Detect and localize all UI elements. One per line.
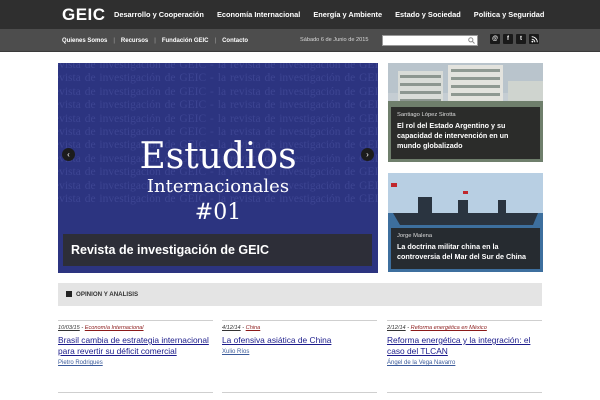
side-article-1[interactable]: Santiago López Sirotta El rol del Estado… xyxy=(388,63,543,162)
secondary-nav: Quienes Somos | Recursos | Fundación GEI… xyxy=(62,29,248,52)
nav-item-politica[interactable]: Política y Seguridad xyxy=(474,10,545,19)
hero-caption[interactable]: Revista de investigación de GEIC xyxy=(63,234,372,266)
search-input[interactable] xyxy=(382,35,478,46)
nav-item-estado[interactable]: Estado y Sociedad xyxy=(395,10,461,19)
current-date: Sábado 6 de Junio de 2015 xyxy=(300,37,369,43)
side-article-2-title[interactable]: La doctrina militar china en la controve… xyxy=(397,242,534,262)
link-fundacion[interactable]: Fundación GEIC xyxy=(162,38,209,44)
article-meta: 4/12/14 - China xyxy=(222,325,261,331)
twitter-icon[interactable]: t xyxy=(516,34,526,44)
section-title[interactable]: OPINION Y ANALISIS xyxy=(76,291,138,298)
article-meta: 2/12/14 - Reforma energética en México xyxy=(387,325,487,331)
side-article-1-caption: Santiago López Sirotta El rol del Estado… xyxy=(391,107,540,159)
section-header: OPINION Y ANALISIS xyxy=(58,283,542,306)
divider xyxy=(387,392,542,393)
hero-title-line3: #01 xyxy=(194,200,242,225)
main-nav: Desarrollo y Cooperación Economía Intern… xyxy=(114,0,557,29)
article-author[interactable]: Ángel de la Vega Navarro xyxy=(387,360,542,366)
facebook-icon[interactable]: f xyxy=(503,34,513,44)
email-icon[interactable]: @ xyxy=(490,34,500,44)
article-title[interactable]: La ofensiva asiática de China xyxy=(222,335,377,346)
side-article-2-author[interactable]: Jorge Malena xyxy=(397,233,534,239)
nav-separator: | xyxy=(214,37,217,44)
side-article-2[interactable]: Jorge Malena La doctrina militar china e… xyxy=(388,173,543,272)
site-logo[interactable]: GEIC xyxy=(62,5,106,25)
hero-title-line1: Estudios xyxy=(139,136,297,177)
article-title[interactable]: Brasil cambia de estrategia internaciona… xyxy=(58,335,213,357)
side-article-2-caption: Jorge Malena La doctrina militar china e… xyxy=(391,228,540,269)
article-date[interactable]: 2/12/14 xyxy=(387,325,406,331)
nav-item-economia[interactable]: Economía Internacional xyxy=(217,10,300,19)
article-card: 2/12/14 - Reforma energética en México R… xyxy=(387,320,542,366)
social-links: @ f t xyxy=(490,34,542,44)
article-title[interactable]: Reforma energética y la integración: el … xyxy=(387,335,542,357)
nav-item-energia[interactable]: Energía y Ambiente xyxy=(313,10,382,19)
link-quienes-somos[interactable]: Quienes Somos xyxy=(62,38,107,44)
slider-prev-button[interactable]: ‹ xyxy=(62,148,75,161)
article-category[interactable]: Reforma energética en México xyxy=(411,325,487,331)
top-navigation-bar: GEIC Desarrollo y Cooperación Economía I… xyxy=(0,0,600,29)
hero-title-line2: Internacionales xyxy=(146,176,290,197)
link-recursos[interactable]: Recursos xyxy=(121,38,148,44)
divider xyxy=(222,392,377,393)
article-meta: 10/03/15 - Economía Internacional xyxy=(58,325,144,331)
article-category[interactable]: Economía Internacional xyxy=(85,325,144,331)
search-button[interactable] xyxy=(466,36,477,45)
section-square-icon xyxy=(66,291,72,297)
side-article-1-author[interactable]: Santiago López Sirotta xyxy=(397,112,534,118)
article-card: 10/03/15 - Economía Internacional Brasil… xyxy=(58,320,213,366)
side-article-1-title[interactable]: El rol del Estado Argentino y su capacid… xyxy=(397,121,534,151)
article-author[interactable]: Pietro Rodrigues xyxy=(58,360,213,366)
article-author[interactable]: Xulio Ríos xyxy=(222,349,377,355)
nav-separator: | xyxy=(154,37,156,44)
rss-icon[interactable] xyxy=(529,34,539,44)
divider xyxy=(58,392,213,393)
article-date[interactable]: 10/03/15 xyxy=(58,325,80,331)
nav-separator: | xyxy=(113,37,115,44)
search-icon xyxy=(468,37,475,44)
article-card: 4/12/14 - China La ofensiva asiática de … xyxy=(222,320,377,355)
slider-next-button[interactable]: › xyxy=(361,148,374,161)
article-date[interactable]: 4/12/14 xyxy=(222,325,241,331)
article-category[interactable]: China xyxy=(246,325,261,331)
link-contacto[interactable]: Contacto xyxy=(222,38,248,44)
nav-item-desarrollo[interactable]: Desarrollo y Cooperación xyxy=(114,10,204,19)
